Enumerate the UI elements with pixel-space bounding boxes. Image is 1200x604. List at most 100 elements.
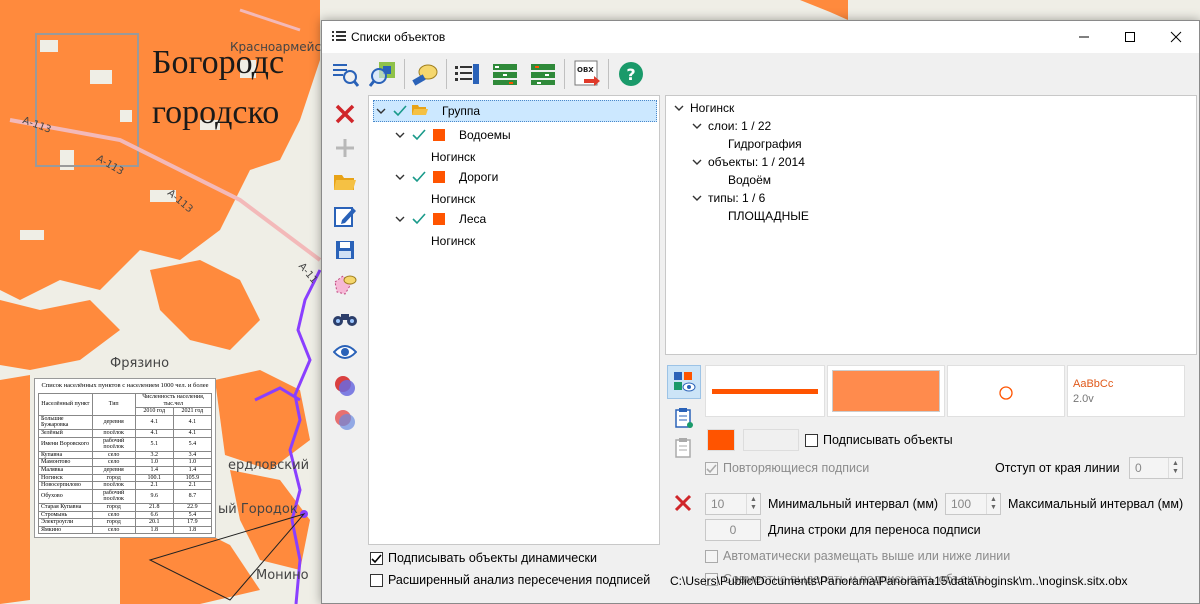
table-row: Электроугли город 20.1 17.9 — [38, 518, 213, 527]
chevron-down-icon[interactable] — [393, 170, 407, 184]
layers-intersect-button[interactable] — [330, 371, 360, 401]
repeat-labels-checkbox[interactable]: Повторяющиеся подписи — [705, 461, 869, 475]
auto-place-checkbox[interactable]: Автоматически размещать выше или ниже ли… — [705, 549, 1010, 563]
style-view-button[interactable] — [667, 365, 701, 399]
search-list-button[interactable] — [328, 57, 362, 91]
title-bar[interactable]: Списки объектов — [322, 21, 1199, 53]
tree-item-label: Водоемы — [459, 128, 511, 142]
min-interval-spinner[interactable]: 10 ▲ ▼ — [705, 493, 761, 515]
info-layer-name[interactable]: Гидрография — [728, 135, 802, 153]
search-list-icon — [333, 64, 359, 87]
chevron-down-icon[interactable] — [690, 155, 704, 169]
text-style-preview[interactable]: AaBbCc 2.0v — [1067, 365, 1185, 417]
select-area-button[interactable] — [330, 269, 360, 299]
left-action-bar — [326, 95, 364, 603]
clear-label-button[interactable] — [673, 493, 693, 516]
table-row: Стромынь село 6.6 5.4 — [38, 510, 213, 520]
delete-button[interactable] — [330, 99, 360, 129]
check-icon[interactable] — [392, 104, 408, 118]
layers-union-icon — [335, 410, 355, 430]
table-cell: 4.1 — [134, 414, 174, 430]
info-objects[interactable]: объекты: 1 / 2014 — [690, 153, 805, 171]
info-types-label: типы: 1 / 6 — [708, 191, 766, 205]
spinner-arrows-icon[interactable]: ▲ ▼ — [1168, 458, 1182, 478]
obx-export-button[interactable]: OBX — [570, 57, 604, 91]
tree-item-layer[interactable]: Водоемы — [393, 124, 511, 146]
maximize-button[interactable] — [1107, 21, 1153, 53]
label-style-box[interactable] — [743, 429, 799, 451]
max-interval-label: Максимальный интервал (мм) — [1008, 497, 1184, 511]
save-icon — [336, 241, 354, 259]
open-folder-button[interactable] — [330, 167, 360, 197]
tree-item-layer[interactable]: Дороги — [393, 166, 498, 188]
info-type-name[interactable]: ПЛОЩАДНЫЕ — [728, 207, 809, 225]
check-icon — [706, 463, 717, 473]
spinner-arrows-icon[interactable]: ▲ ▼ — [986, 494, 1000, 514]
checkbox-box[interactable] — [370, 551, 383, 565]
line-style-preview[interactable] — [705, 365, 825, 417]
list-settings-button[interactable] — [450, 57, 484, 91]
close-button[interactable] — [1153, 21, 1199, 53]
tree-item-map[interactable]: Ногинск — [431, 230, 475, 252]
table-row: Большие Бужаровка деревня 4.1 4.1 — [38, 414, 213, 430]
tree-item-group[interactable]: Группа — [373, 100, 657, 122]
save-button[interactable] — [330, 235, 360, 265]
table-cell: 9.6 — [134, 488, 174, 504]
table-cell: посёлок — [91, 481, 136, 490]
chevron-down-icon[interactable] — [690, 191, 704, 205]
copy-style-button[interactable] — [671, 435, 697, 461]
table-cell: 5.4 — [172, 510, 213, 520]
max-interval-spinner[interactable]: 100 ▲ ▼ — [945, 493, 1001, 515]
edit-button[interactable] — [330, 201, 360, 231]
fill-color-swatch — [832, 370, 940, 412]
label-objects-checkbox[interactable]: Подписывать объекты — [805, 433, 953, 447]
chevron-down-icon[interactable] — [672, 101, 686, 115]
point-marker-icon — [999, 386, 1013, 400]
dynamic-labels-checkbox[interactable]: Подписывать объекты динамически — [370, 551, 597, 565]
checkbox-box[interactable] — [705, 461, 718, 475]
info-root[interactable]: Ногинск — [672, 99, 734, 117]
layers-grid-alt-button[interactable] — [526, 57, 560, 91]
settlement-table: Список населённых пунктов с населением 1… — [34, 378, 216, 539]
check-icon[interactable] — [411, 212, 427, 226]
info-tree[interactable]: Ногинск слои: 1 / 22 Гидрография объекты… — [665, 95, 1197, 355]
fill-style-preview[interactable] — [827, 365, 945, 417]
chevron-down-icon[interactable] — [393, 128, 407, 142]
info-layers[interactable]: слои: 1 / 22 — [690, 117, 771, 135]
checkbox-box[interactable] — [705, 549, 718, 563]
check-icon[interactable] — [411, 170, 427, 184]
object-tree[interactable]: Группа Водоемы Ногинск Дороги Ногинск Ле… — [368, 95, 660, 545]
tree-item-map[interactable]: Ногинск — [431, 146, 475, 168]
extended-analysis-checkbox[interactable]: Расширенный анализ пересечения подписей — [370, 573, 650, 587]
info-object-name[interactable]: Водоём — [728, 171, 771, 189]
help-button[interactable]: ? — [614, 57, 648, 91]
table-cell: Имени Воровского — [38, 436, 93, 452]
table-cell: Обухово — [38, 488, 93, 504]
help-icon: ? — [619, 62, 643, 86]
eye-icon — [333, 345, 357, 359]
chevron-down-icon[interactable] — [393, 212, 407, 226]
wrap-length-input[interactable]: 0 — [705, 519, 761, 541]
info-types[interactable]: типы: 1 / 6 — [690, 189, 765, 207]
flashlight-button[interactable] — [408, 57, 442, 91]
binoculars-button[interactable] — [330, 303, 360, 333]
add-button[interactable] — [330, 133, 360, 163]
edge-offset-spinner[interactable]: 0 ▲ ▼ — [1129, 457, 1183, 479]
check-icon[interactable] — [411, 128, 427, 142]
checkbox-box[interactable] — [370, 573, 383, 587]
checkbox-box[interactable] — [805, 433, 818, 447]
tree-item-map[interactable]: Ногинск — [431, 188, 475, 210]
point-style-preview[interactable] — [947, 365, 1065, 417]
chevron-down-icon[interactable] — [690, 119, 704, 133]
layers-union-button[interactable] — [330, 405, 360, 435]
label-color-swatch[interactable] — [707, 429, 735, 451]
spinner-arrows-icon[interactable]: ▲ ▼ — [746, 494, 760, 514]
find-object-button[interactable] — [366, 57, 400, 91]
view-button[interactable] — [330, 337, 360, 367]
tree-item-layer[interactable]: Леса — [393, 208, 486, 230]
table-cell: 22.9 — [172, 502, 213, 512]
minimize-button[interactable] — [1061, 21, 1107, 53]
layers-grid-button[interactable] — [488, 57, 522, 91]
paste-style-button[interactable] — [671, 405, 697, 431]
chevron-down-icon[interactable] — [374, 104, 388, 118]
